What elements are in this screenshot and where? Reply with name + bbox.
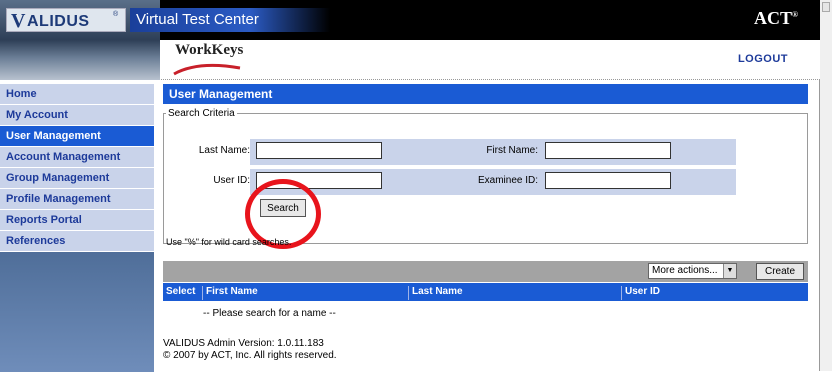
- sidebar-background: [0, 252, 154, 372]
- main-content: User Management Search Criteria Last Nam…: [163, 84, 808, 319]
- examinee-id-input[interactable]: [545, 172, 671, 189]
- search-criteria-panel: Search Criteria Last Name: First Name: U…: [163, 108, 808, 249]
- last-name-label: Last Name:: [198, 145, 250, 156]
- sidebar-item-group-management[interactable]: Group Management: [0, 168, 154, 189]
- act-logo: ACT®: [754, 8, 798, 29]
- app-title: Virtual Test Center: [130, 8, 330, 32]
- page-title: User Management: [163, 84, 808, 104]
- more-actions-value: More actions...: [652, 265, 718, 276]
- act-logo-text: ACT: [754, 8, 793, 28]
- column-header-last-name[interactable]: Last Name: [408, 286, 463, 300]
- sidebar-item-reports-portal[interactable]: Reports Portal: [0, 210, 154, 231]
- results-table-header: Select First Name Last Name User ID: [163, 283, 808, 301]
- first-name-input[interactable]: [545, 142, 671, 159]
- search-button[interactable]: Search: [260, 199, 306, 217]
- user-id-label: User ID:: [213, 175, 250, 186]
- app-window: V ALIDUS ® Virtual Test Center ACT® Work…: [0, 0, 820, 372]
- act-logo-mark: ®: [792, 10, 798, 19]
- sidebar-item-profile-management[interactable]: Profile Management: [0, 189, 154, 210]
- search-criteria-legend: Search Criteria: [168, 108, 235, 119]
- last-name-input[interactable]: [256, 142, 382, 159]
- first-name-label: First Name:: [486, 145, 538, 156]
- column-header-user-id[interactable]: User ID: [621, 286, 660, 300]
- sidebar-item-account-management[interactable]: Account Management: [0, 147, 154, 168]
- sidebar-nav: Home My Account User Management Account …: [0, 84, 154, 372]
- empty-results-message: -- Please search for a name --: [203, 308, 336, 319]
- workkeys-logo: WorkKeys: [175, 42, 244, 58]
- column-header-select[interactable]: Select: [163, 286, 195, 300]
- sidebar-item-my-account[interactable]: My Account: [0, 105, 154, 126]
- sidebar-item-user-management[interactable]: User Management: [0, 126, 154, 147]
- version-text: VALIDUS Admin Version: 1.0.11.183: [163, 338, 324, 349]
- copyright-text: © 2007 by ACT, Inc. All rights reserved.: [163, 350, 337, 361]
- sub-header: WorkKeys LOGOUT: [0, 40, 820, 80]
- window-scrollbar[interactable]: [820, 0, 832, 371]
- examinee-id-label: Examinee ID:: [477, 175, 538, 186]
- subheader-photo: [0, 40, 160, 80]
- footer: VALIDUS Admin Version: 1.0.11.183 © 2007…: [163, 338, 337, 362]
- chevron-down-icon[interactable]: ▼: [723, 264, 736, 278]
- validus-logo-text: ALIDUS: [27, 13, 90, 30]
- create-button[interactable]: Create: [756, 263, 804, 280]
- scroll-up-icon[interactable]: [822, 2, 830, 12]
- wildcard-hint: Use "%" for wild card searches.: [166, 237, 292, 247]
- workkeys-swoosh-icon: [173, 64, 241, 76]
- validus-logo-initial: V: [11, 10, 26, 32]
- more-actions-select[interactable]: More actions... ▼: [648, 263, 737, 279]
- validus-logo-mark: ®: [113, 11, 119, 18]
- user-id-input[interactable]: [256, 172, 382, 189]
- top-banner: V ALIDUS ® Virtual Test Center ACT®: [0, 0, 820, 40]
- validus-logo: V ALIDUS ®: [6, 8, 126, 32]
- logout-link[interactable]: LOGOUT: [738, 53, 788, 65]
- column-header-first-name[interactable]: First Name: [202, 286, 258, 300]
- actions-bar: More actions... ▼ Create: [163, 261, 808, 282]
- sidebar-item-references[interactable]: References: [0, 231, 154, 252]
- sidebar-item-home[interactable]: Home: [0, 84, 154, 105]
